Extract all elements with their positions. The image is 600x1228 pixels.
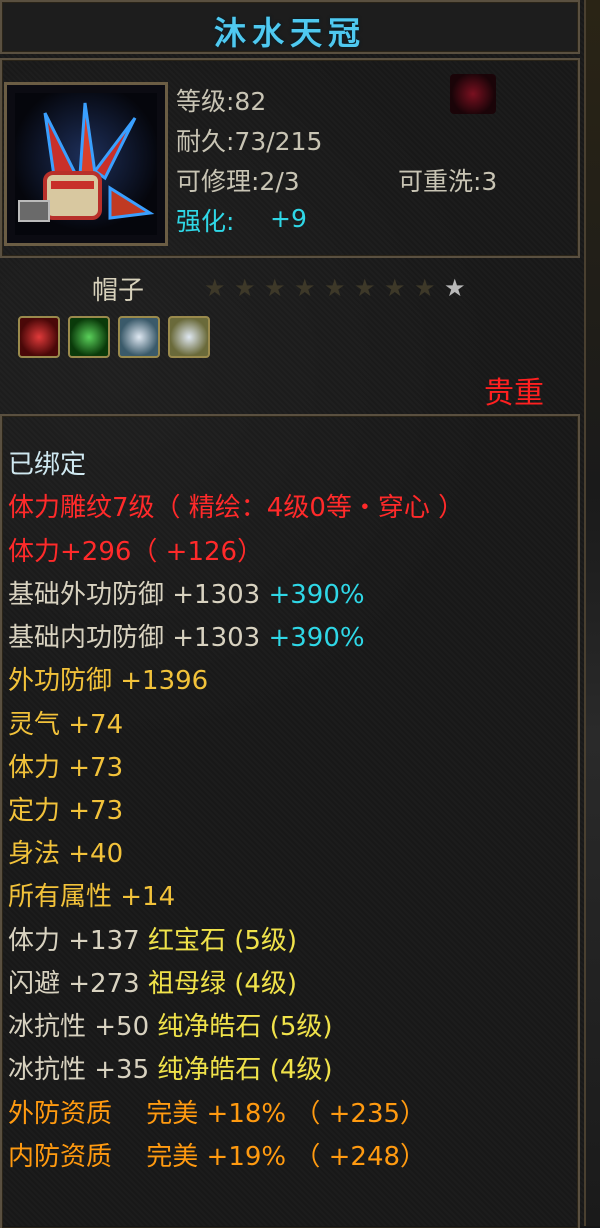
engrave-line: 体力雕纹7级（ 精绘：4级0等・穿心 ） <box>8 493 465 523</box>
crown-icon <box>15 93 157 235</box>
level-text: 等级:82 <box>176 87 267 116</box>
gem2-stat: 闪避 +273 <box>8 969 140 999</box>
gem3-stat: 冰抗性 +50 <box>8 1012 150 1042</box>
gem3-name: 纯净皓石 (5级) <box>157 1012 333 1042</box>
stamina-line: 体力 +73 <box>8 753 124 783</box>
precious-badge: 贵重 <box>484 376 544 411</box>
white-gem-icon[interactable] <box>118 316 160 358</box>
base-int-def-line: 基础内功防御 +1303 +390% <box>8 617 365 654</box>
base-int-def-pct: +390% <box>268 623 365 653</box>
star-icon: ★ <box>234 274 256 302</box>
item-name: 沐水天冠 <box>213 14 366 52</box>
item-type-label: 帽子 <box>92 276 145 306</box>
focus-line: 定力 +73 <box>8 796 124 826</box>
gem4-stat: 冰抗性 +35 <box>8 1055 150 1085</box>
spirit-line: 灵气 +74 <box>8 710 124 740</box>
white-gem-icon[interactable] <box>168 316 210 358</box>
base-ext-def-pct: +390% <box>268 580 365 610</box>
durability-text: 耐久:73/215 <box>176 127 323 156</box>
star-icon: ★ <box>354 274 376 302</box>
base-ext-def-line: 基础外功防御 +1303 +390% <box>8 574 365 611</box>
star-rating: ★ ★ ★ ★ ★ ★ ★ ★ ★ <box>204 276 468 302</box>
star-icon: ★ <box>264 274 286 302</box>
enhance-value: +9 <box>270 204 307 233</box>
repairable-text: 可修理:2/3 <box>176 167 300 196</box>
star-icon: ★ <box>324 274 346 302</box>
gem1-line: 体力 +137 红宝石 (5级) <box>8 920 297 957</box>
gem4-name: 纯净皓石 (4级) <box>157 1055 333 1085</box>
int-quality-line: 内防资质 完美 +19% （ +248） <box>8 1142 427 1172</box>
gem1-stat: 体力 +137 <box>8 926 140 956</box>
gem-slots <box>18 316 210 358</box>
gem4-line: 冰抗性 +35 纯净皓石 (4级) <box>8 1049 333 1086</box>
gem2-line: 闪避 +273 祖母绿 (4级) <box>8 963 297 1000</box>
item-icon-frame[interactable] <box>4 82 168 246</box>
star-icon: ★ <box>384 274 406 302</box>
rewashable-text: 可重洗:3 <box>398 167 498 196</box>
base-ext-def-text: 基础外功防御 +1303 <box>8 580 261 610</box>
bound-status: 已绑定 <box>8 450 87 480</box>
green-gem-icon[interactable] <box>68 316 110 358</box>
base-int-def-text: 基础内功防御 +1303 <box>8 623 261 653</box>
star-icon: ★ <box>204 274 226 302</box>
background-window-edge <box>584 0 600 1226</box>
star-icon: ★ <box>294 274 316 302</box>
enhance-label: 强化: <box>176 207 235 236</box>
red-gem-icon[interactable] <box>18 316 60 358</box>
gem1-name: 红宝石 (5级) <box>147 926 298 956</box>
agility-line: 身法 +40 <box>8 839 124 869</box>
ext-quality-line: 外防资质 完美 +18% （ +235） <box>8 1099 427 1129</box>
star-icon: ★ <box>414 274 436 302</box>
element-flame-icon <box>450 74 496 114</box>
all-attr-line: 所有属性 +14 <box>8 882 176 912</box>
gem3-line: 冰抗性 +50 纯净皓石 (5级) <box>8 1006 333 1043</box>
gem2-name: 祖母绿 (4级) <box>147 969 298 999</box>
stamina-total-line: 体力+296（ +126） <box>8 537 264 567</box>
ext-def-line: 外功防御 +1396 <box>8 666 209 696</box>
star-icon: ★ <box>444 274 466 302</box>
